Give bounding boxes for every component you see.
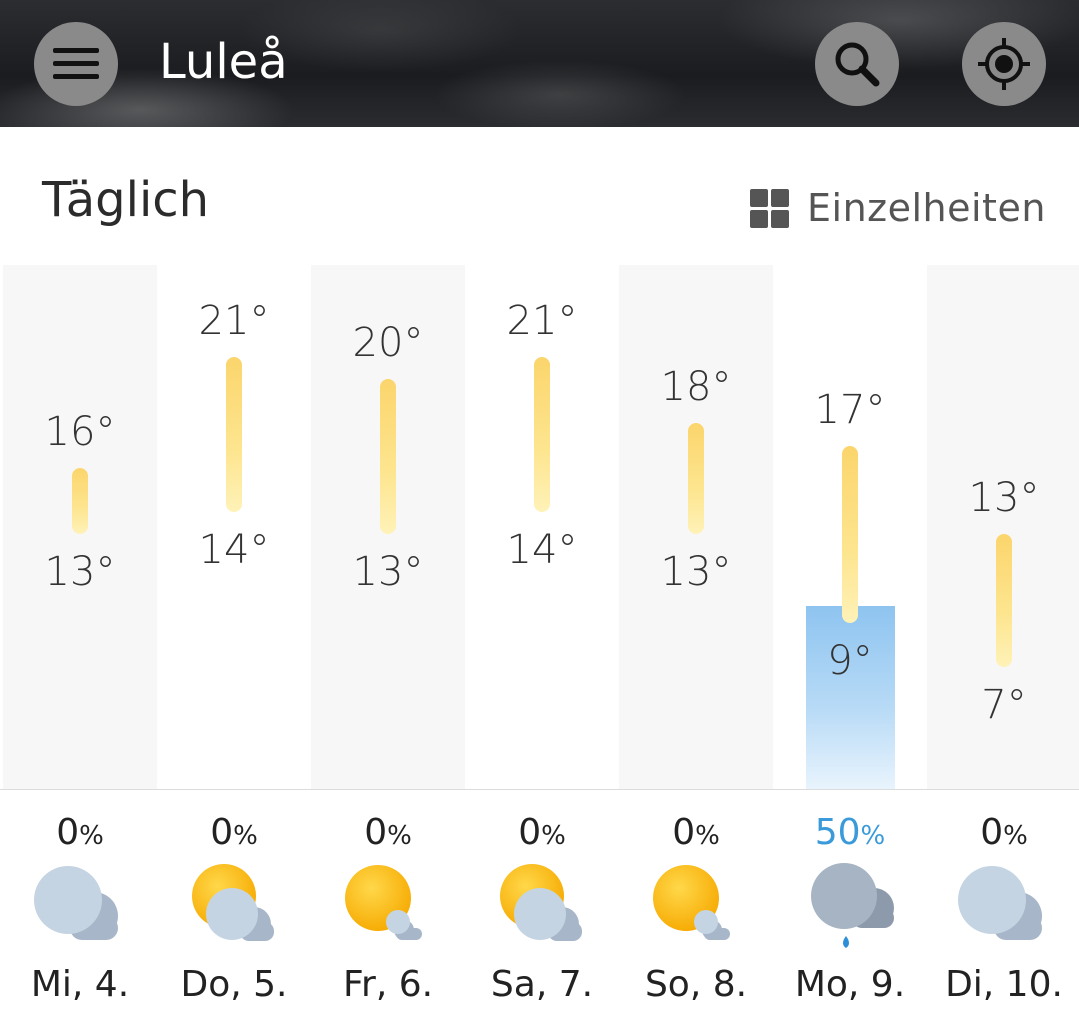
low-temperature-label: 14° [506,527,578,573]
chart-divider [0,789,1079,790]
day-label: So, 8. [644,964,748,1005]
precipitation-probability: 50% [773,810,927,859]
precipitation-probability: 0% [3,810,157,859]
partly-cloudy-icon [157,862,311,954]
temperature-range-bar [842,445,858,623]
precipitation-value: 0 [980,812,1004,853]
temperature-range-bar [226,357,242,512]
percent-sign: % [541,821,566,851]
grid-view-icon [750,188,789,228]
precipitation-value: 0 [210,812,234,853]
precipitation-value: 0 [672,812,696,853]
current-location-icon [978,38,1030,90]
mostly-sunny-icon [619,862,773,954]
partly-cloudy-icon [465,862,619,954]
temperature-range-bar [996,534,1012,667]
low-temperature-label: 9° [827,637,873,684]
daily-section-title: Täglich [42,172,210,228]
temperature-range-bar [688,423,704,535]
percent-sign: % [387,821,412,851]
daily-temperature-chart: 16° 13° 21° 14° 20° 13° 21° 14° 18° 13° 17° 9° 13° 7° [0,265,1079,790]
precipitation-probability: 0% [311,810,465,859]
details-label: Einzelheiten [807,186,1046,230]
low-temperature-label: 14° [198,527,270,573]
precipitation-value: 0 [56,812,80,853]
current-location-button[interactable] [962,22,1046,106]
day-label: Di, 10. [945,964,1063,1005]
day-label: Mi, 4. [30,964,130,1005]
high-temperature-label: 17° [814,386,886,433]
percent-sign: % [695,821,720,851]
hamburger-menu-icon [53,48,99,79]
temperature-range-bar [380,379,396,535]
city-title: Luleå [159,34,288,90]
cloudy-icon [927,862,1079,954]
low-temperature-label: 13° [44,549,116,596]
percent-sign: % [860,821,886,851]
high-temperature-label: 20° [352,320,424,367]
percent-sign: % [1003,821,1028,851]
high-temperature-label: 21° [506,298,578,344]
details-button[interactable]: Einzelheiten [750,186,1046,230]
day-label: Mo, 9. [794,964,906,1005]
search-button[interactable] [815,22,899,106]
search-icon [835,42,880,87]
percent-sign: % [79,821,104,851]
low-temperature-label: 13° [660,549,732,596]
menu-button[interactable] [34,22,118,106]
precipitation-value: 0 [364,812,388,853]
low-temperature-label: 7° [981,682,1027,728]
precipitation-value: 50 [814,812,861,853]
mostly-sunny-icon [311,862,465,954]
temperature-range-bar [534,357,550,512]
precipitation-bar [805,606,895,790]
high-temperature-label: 13° [968,475,1040,522]
precipitation-probability: 0% [927,810,1079,859]
high-temperature-label: 18° [660,364,732,411]
precipitation-probability: 0% [465,810,619,859]
rain-showers-icon [773,862,927,954]
temperature-range-bar [72,467,88,535]
top-app-bar: Luleå [0,0,1079,127]
precipitation-probability: 0% [619,810,773,859]
low-temperature-label: 13° [352,549,424,596]
day-label: Do, 5. [180,964,288,1005]
high-temperature-label: 21° [198,298,270,344]
precipitation-value: 0 [518,812,542,853]
precipitation-probability: 0% [157,810,311,859]
high-temperature-label: 16° [44,408,116,455]
day-label: Fr, 6. [342,964,434,1005]
cloudy-icon [3,862,157,954]
day-label: Sa, 7. [490,964,594,1005]
percent-sign: % [233,821,258,851]
